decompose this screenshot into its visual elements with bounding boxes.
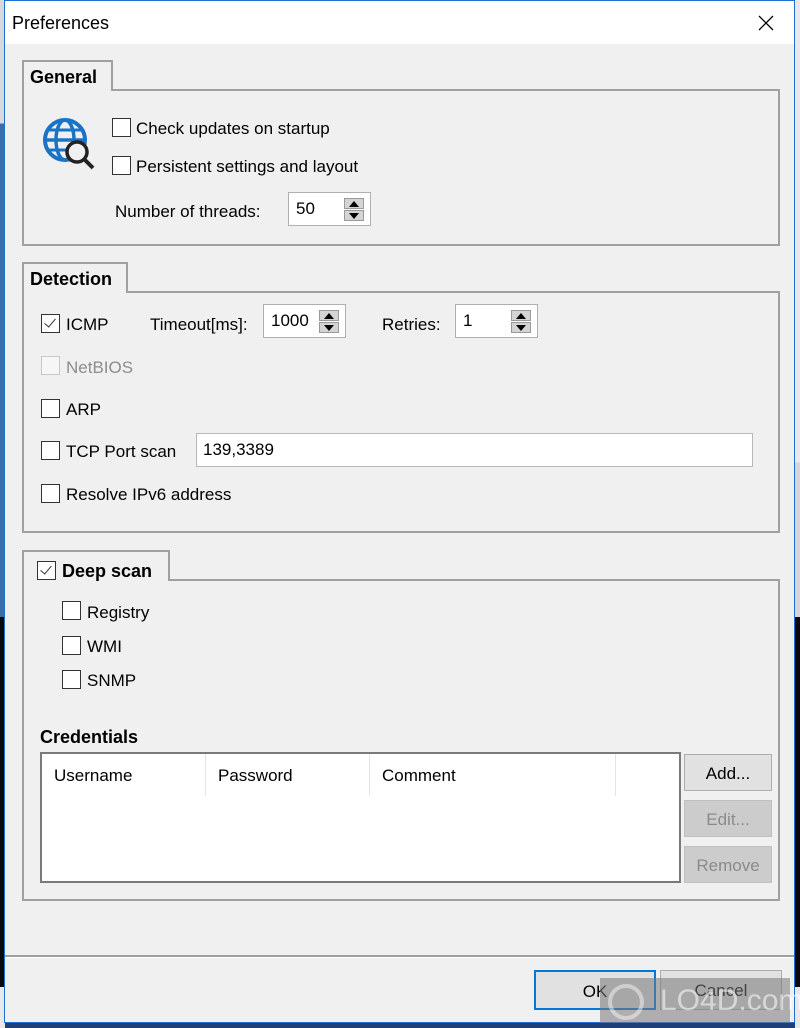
- close-button[interactable]: [738, 1, 794, 44]
- watermark-text: LO4D.com: [660, 984, 800, 1017]
- tcp-port-scan-label[interactable]: TCP Port scan: [66, 442, 176, 462]
- column-header-comment[interactable]: Comment: [370, 754, 616, 796]
- add-credential-button[interactable]: Add...: [684, 754, 772, 791]
- threads-label: Number of threads:: [115, 202, 261, 221]
- column-header-username[interactable]: Username: [42, 754, 206, 796]
- credentials-table[interactable]: Username Password Comment: [40, 752, 681, 883]
- threads-spinner[interactable]: 50: [288, 192, 371, 226]
- globe-search-icon: [43, 118, 95, 170]
- preferences-dialog: Preferences General Check updates on sta…: [4, 0, 795, 1023]
- retries-spinner[interactable]: 1: [455, 304, 538, 338]
- threads-decrement-arrow-icon[interactable]: [344, 210, 364, 221]
- retries-decrement-arrow-icon[interactable]: [511, 322, 531, 333]
- registry-checkbox[interactable]: [62, 601, 81, 620]
- check-updates-label[interactable]: Check updates on startup: [136, 119, 330, 139]
- resolve-ipv6-checkbox[interactable]: [41, 484, 60, 503]
- column-header-password[interactable]: Password: [206, 754, 370, 796]
- general-tab: General: [22, 60, 113, 91]
- netbios-label: NetBIOS: [66, 358, 134, 377]
- threads-value[interactable]: 50: [296, 199, 315, 219]
- icmp-checkbox[interactable]: [41, 314, 60, 333]
- deep-scan-label[interactable]: Deep scan: [62, 561, 152, 582]
- timeout-decrement-arrow-icon[interactable]: [319, 322, 339, 333]
- timeout-value[interactable]: 1000: [271, 311, 309, 331]
- tcp-ports-input[interactable]: 139,3389: [196, 433, 753, 467]
- title-bar: Preferences: [5, 1, 794, 44]
- retries-value[interactable]: 1: [463, 311, 472, 331]
- threads-increment-arrow-icon[interactable]: [344, 198, 364, 209]
- arp-label[interactable]: ARP: [66, 400, 101, 420]
- retries-label: Retries:: [382, 315, 441, 334]
- resolve-ipv6-label[interactable]: Resolve IPv6 address: [66, 485, 231, 505]
- tcp-port-scan-checkbox[interactable]: [41, 441, 60, 460]
- close-icon: [758, 15, 774, 31]
- timeout-label: Timeout[ms]:: [150, 315, 248, 334]
- edit-credential-button[interactable]: Edit...: [684, 800, 772, 837]
- registry-label[interactable]: Registry: [87, 603, 149, 623]
- footer-separator: [5, 955, 794, 958]
- watermark-logo-icon: [608, 984, 644, 1020]
- wmi-checkbox[interactable]: [62, 636, 81, 655]
- general-tab-label: General: [30, 67, 98, 87]
- check-updates-checkbox[interactable]: [112, 118, 131, 137]
- netbios-checkbox: [41, 356, 60, 375]
- timeout-increment-arrow-icon[interactable]: [319, 310, 339, 321]
- window-title: Preferences: [12, 13, 110, 33]
- snmp-label[interactable]: SNMP: [87, 671, 136, 691]
- icmp-label[interactable]: ICMP: [66, 315, 109, 335]
- deep-scan-tab: Deep scan: [22, 550, 170, 581]
- background-window-right: [795, 0, 800, 1028]
- persistent-settings-label[interactable]: Persistent settings and layout: [136, 157, 358, 177]
- detection-tab-label: Detection: [30, 269, 113, 289]
- snmp-checkbox[interactable]: [62, 670, 81, 689]
- remove-credential-button[interactable]: Remove: [684, 846, 772, 883]
- persistent-settings-checkbox[interactable]: [112, 156, 131, 175]
- credentials-title: Credentials: [40, 727, 139, 747]
- retries-increment-arrow-icon[interactable]: [511, 310, 531, 321]
- arp-checkbox[interactable]: [41, 399, 60, 418]
- watermark: LO4D.com: [600, 978, 800, 1023]
- deep-scan-checkbox[interactable]: [37, 561, 56, 580]
- wmi-label[interactable]: WMI: [87, 637, 122, 657]
- detection-tab: Detection: [22, 262, 128, 293]
- timeout-spinner[interactable]: 1000: [263, 304, 346, 338]
